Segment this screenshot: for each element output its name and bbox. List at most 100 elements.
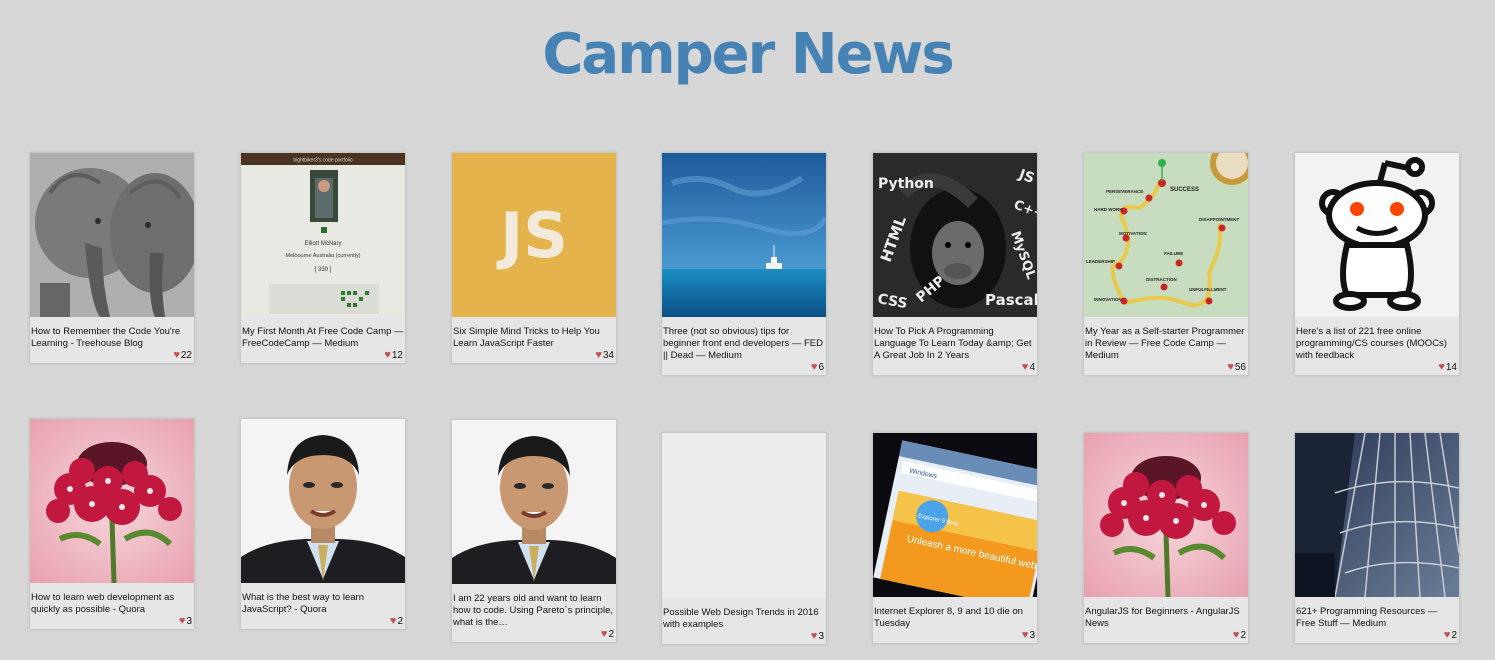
like-number: 12 — [391, 350, 403, 361]
portrait-image[interactable] — [452, 420, 616, 584]
heart-icon: ♥ — [389, 615, 397, 627]
portfolio-name-text: Elliott McNary — [304, 241, 341, 247]
card-headline[interactable]: Here's a list of 221 free online program… — [1295, 317, 1459, 362]
card-headline[interactable]: My Year as a Self-starter Programmer in … — [1084, 317, 1248, 362]
heart-icon: ♥ — [178, 615, 186, 627]
portfolio-screenshot-image[interactable]: bightbiker3's code portfolio Elliott McN… — [241, 153, 405, 317]
card-headline[interactable]: AngularJS for Beginners - AngularJS News — [1084, 597, 1248, 630]
heart-icon: ♥ — [810, 630, 818, 642]
card-headline[interactable]: Three (not so obvious) tips for beginner… — [662, 317, 826, 362]
js-logo-image[interactable]: JS — [452, 153, 616, 317]
portfolio-score-text: [ 330 ] — [315, 267, 332, 273]
news-card[interactable]: JS Six Simple Mind Tricks to Help You Le… — [451, 152, 617, 364]
like-count: ♥12 — [241, 350, 405, 363]
map-failure: FAILURE — [1164, 251, 1183, 256]
card-headline[interactable]: Possible Web Design Trends in 2016 with … — [662, 597, 826, 631]
news-card[interactable]: Here's a list of 221 free online program… — [1294, 152, 1460, 376]
like-count: ♥3 — [873, 630, 1037, 643]
lang-python: Python — [878, 176, 934, 192]
like-number: 34 — [602, 350, 614, 361]
news-card[interactable]: Three (not so obvious) tips for beginner… — [661, 152, 827, 376]
card-headline[interactable]: Internet Explorer 8, 9 and 10 die on Tue… — [873, 597, 1037, 630]
news-card[interactable]: 621+ Programming Resources — Free Stuff … — [1294, 432, 1460, 644]
like-number: 2 — [608, 629, 614, 640]
card-headline[interactable]: My First Month At Free Code Camp — FreeC… — [241, 317, 405, 350]
like-count: ♥6 — [662, 362, 826, 375]
like-number: 2 — [1240, 630, 1246, 641]
like-count: ♥56 — [1084, 362, 1248, 375]
news-card[interactable]: bightbiker3's code portfolio Elliott McN… — [240, 152, 406, 364]
elephants-image[interactable] — [30, 153, 194, 317]
news-card[interactable]: I am 22 years old and want to learn how … — [451, 419, 617, 643]
card-headline[interactable]: Six Simple Mind Tricks to Help You Learn… — [452, 317, 616, 350]
news-card[interactable]: What is the best way to learn JavaScript… — [240, 418, 406, 630]
heart-icon: ♥ — [1438, 361, 1445, 373]
card-headline[interactable]: How to Remember the Code You're Learning… — [30, 317, 194, 350]
like-number: 2 — [397, 616, 403, 627]
map-unfulfillment: UNFULFILLMENT — [1189, 287, 1227, 292]
portrait-image[interactable] — [241, 419, 405, 583]
portfolio-location-text: Melbourne Australia (currently) — [286, 253, 361, 259]
success-map-image[interactable]: SUCCESS PERSEVERANCE HARD WORK MOTIVATIO… — [1084, 153, 1248, 317]
like-number: 3 — [818, 631, 824, 642]
like-number: 56 — [1234, 362, 1246, 373]
heart-icon: ♥ — [600, 628, 608, 640]
like-number: 3 — [186, 616, 192, 627]
card-headline[interactable]: What is the best way to learn JavaScript… — [241, 583, 405, 616]
like-count: ♥34 — [452, 350, 616, 363]
ie-screen-image[interactable]: Windows Explorer 9 Beta Unleash a more b… — [873, 433, 1037, 597]
flower-image[interactable] — [30, 419, 194, 583]
js-logo-text: JS — [496, 199, 568, 272]
like-number: 2 — [1451, 630, 1457, 641]
card-headline[interactable]: How to learn web development as quickly … — [30, 583, 194, 616]
heart-icon: ♥ — [1021, 629, 1029, 641]
map-leadership: LEADERSHIP — [1086, 259, 1115, 264]
map-perseverance: PERSEVERANCE — [1106, 189, 1143, 194]
like-count: ♥2 — [1084, 630, 1248, 643]
heart-icon: ♥ — [173, 349, 180, 361]
like-count: ♥22 — [30, 350, 194, 363]
like-count: ♥3 — [662, 631, 826, 644]
chimp-languages-image[interactable]: Python JS HTML C++ MySQL CSS PHP Pascal — [873, 153, 1037, 317]
like-number: 6 — [818, 362, 824, 373]
news-card[interactable]: Possible Web Design Trends in 2016 with … — [661, 432, 827, 645]
news-card[interactable]: SUCCESS PERSEVERANCE HARD WORK MOTIVATIO… — [1083, 152, 1249, 376]
news-card[interactable]: How to learn web development as quickly … — [29, 418, 195, 630]
map-distraction: DISTRACTION — [1146, 277, 1177, 282]
heart-icon: ♥ — [1443, 629, 1451, 641]
portfolio-header-text: bightbiker3's code portfolio — [293, 158, 353, 164]
ocean-boat-image[interactable] — [662, 153, 826, 317]
news-card[interactable]: AngularJS for Beginners - AngularJS News… — [1083, 432, 1249, 644]
card-headline[interactable]: How To Pick A Programming Language To Le… — [873, 317, 1037, 362]
heart-icon: ♥ — [1021, 361, 1029, 373]
like-count: ♥2 — [452, 629, 616, 642]
heart-icon: ♥ — [1227, 361, 1234, 373]
card-headline[interactable]: 621+ Programming Resources — Free Stuff … — [1295, 597, 1459, 630]
heart-icon: ♥ — [595, 349, 602, 361]
map-hardwork: HARD WORK — [1094, 207, 1123, 212]
building-image[interactable] — [1295, 433, 1459, 597]
like-count: ♥3 — [30, 616, 194, 629]
like-count: ♥14 — [1295, 362, 1459, 375]
news-card[interactable]: How to Remember the Code You're Learning… — [29, 152, 195, 364]
like-number: 4 — [1029, 362, 1035, 373]
like-number: 3 — [1029, 630, 1035, 641]
heart-icon: ♥ — [1232, 629, 1240, 641]
like-count: ♥2 — [1295, 630, 1459, 643]
page-title: Camper News — [542, 22, 954, 87]
news-card[interactable]: Python JS HTML C++ MySQL CSS PHP Pascal … — [872, 152, 1038, 376]
blank-image[interactable] — [662, 433, 826, 597]
like-number: 14 — [1445, 362, 1457, 373]
map-motivation: MOTIVATION — [1119, 231, 1147, 236]
map-disappointment: DISAPPOINTMENT — [1199, 217, 1240, 222]
like-count: ♥4 — [873, 362, 1037, 375]
heart-icon: ♥ — [384, 349, 391, 361]
card-headline[interactable]: I am 22 years old and want to learn how … — [452, 584, 616, 629]
map-innovation: INNOVATION — [1094, 297, 1122, 302]
like-count: ♥2 — [241, 616, 405, 629]
map-success: SUCCESS — [1170, 187, 1199, 193]
news-card[interactable]: Windows Explorer 9 Beta Unleash a more b… — [872, 432, 1038, 644]
reddit-alien-image[interactable] — [1295, 153, 1459, 317]
flower-image[interactable] — [1084, 433, 1248, 597]
lang-pascal: Pascal — [985, 291, 1037, 309]
